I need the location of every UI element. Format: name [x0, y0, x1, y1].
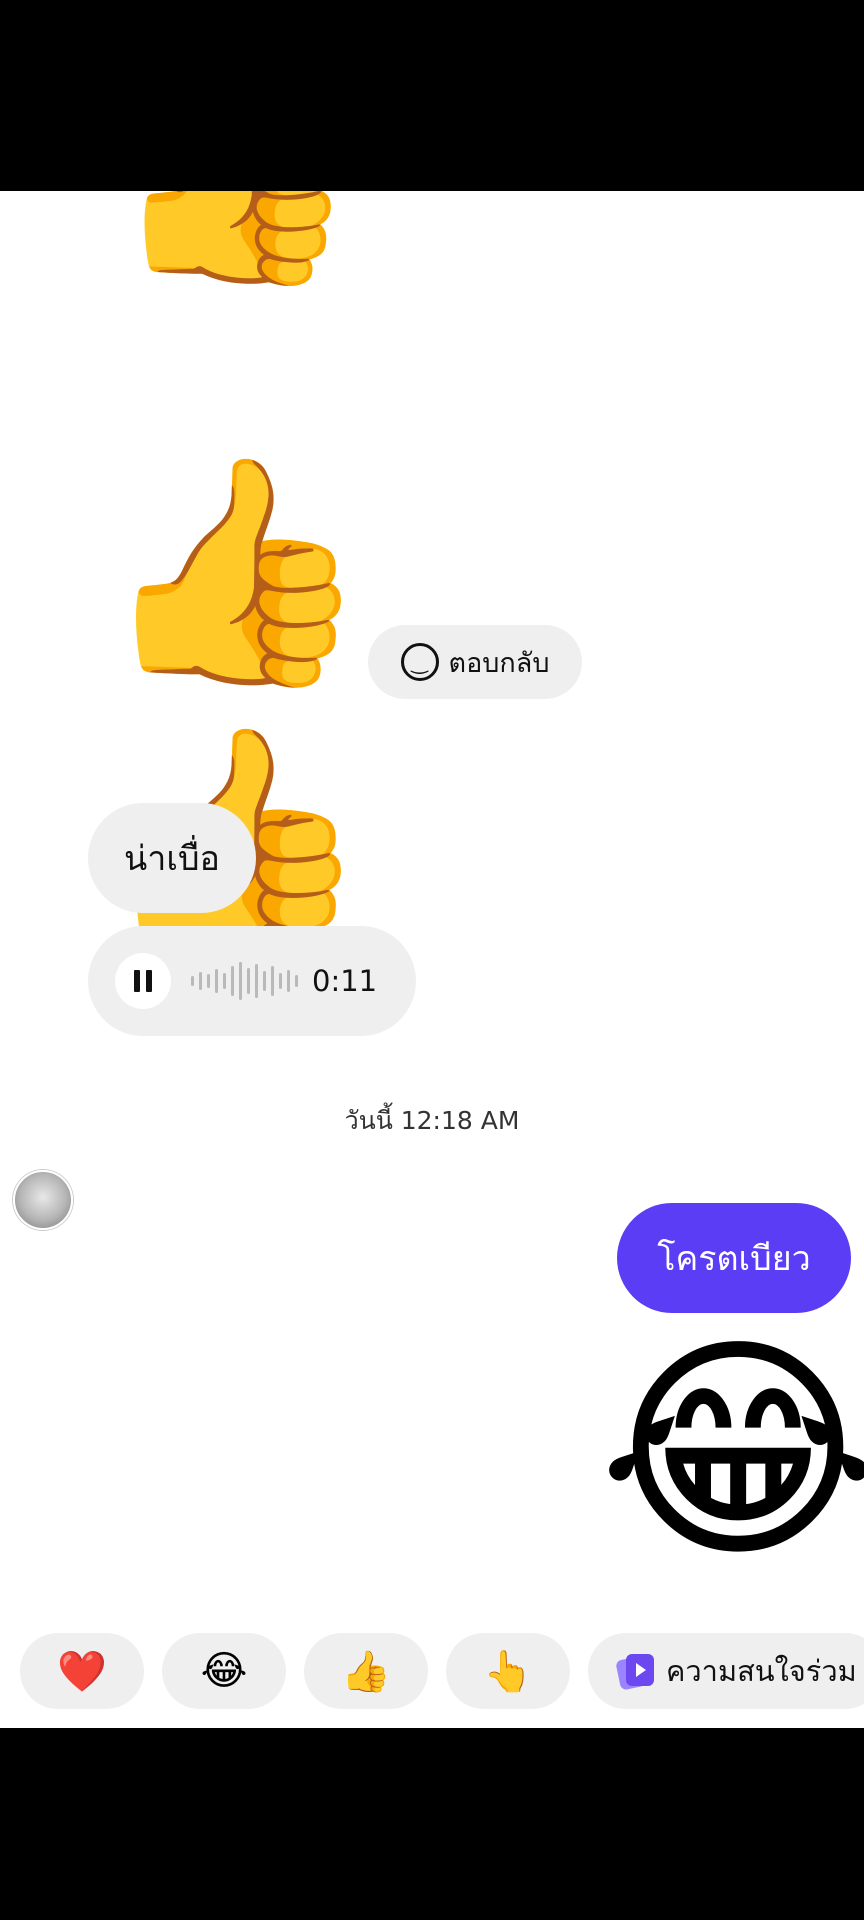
pause-icon: [134, 970, 140, 992]
status-bar-area: [0, 0, 864, 191]
voice-duration: 0:11: [312, 964, 378, 998]
quick-reactions-bar: ❤️ 😂 👍 👆 ความสนใจร่วม: [20, 1633, 864, 1709]
reply-button[interactable]: ‿ ตอบกลับ: [368, 625, 582, 699]
reply-label: ตอบกลับ: [448, 647, 550, 679]
shared-interests-label: ความสนใจร่วม: [666, 1654, 857, 1688]
video-stack-icon: [615, 1652, 656, 1691]
laughing-emoji-message[interactable]: 😂: [598, 1331, 864, 1571]
pause-icon: [146, 970, 152, 992]
thumbs-up-message[interactable]: 👍: [98, 461, 372, 681]
voice-message[interactable]: 0:11: [88, 926, 416, 1036]
shared-interests-button[interactable]: ความสนใจร่วม: [588, 1633, 864, 1709]
pause-button[interactable]: [115, 953, 171, 1009]
contact-avatar[interactable]: [13, 1170, 73, 1230]
incoming-message-bubble[interactable]: น่าเบื่อ: [88, 803, 256, 913]
thumbs-up-message-partial[interactable]: 👍: [110, 191, 359, 281]
navigation-bar-area: [0, 1728, 864, 1920]
wink-smiley-icon: ‿: [400, 643, 439, 681]
waveform[interactable]: [191, 956, 298, 1006]
date-separator: วันนี้ 12:18 AM: [344, 1106, 520, 1135]
pointing-up-reaction-button[interactable]: 👆: [446, 1633, 570, 1709]
thumbs-up-reaction-button[interactable]: 👍: [304, 1633, 428, 1709]
heart-reaction-button[interactable]: ❤️: [20, 1633, 144, 1709]
outgoing-message-bubble[interactable]: โครตเบียว: [617, 1203, 851, 1313]
laugh-reaction-button[interactable]: 😂: [162, 1633, 286, 1709]
chat-thread[interactable]: 👍 👍 👍 ‿ ตอบกลับ น่าเบื่อ 0:11 วันนี้ 12:…: [0, 191, 864, 1728]
